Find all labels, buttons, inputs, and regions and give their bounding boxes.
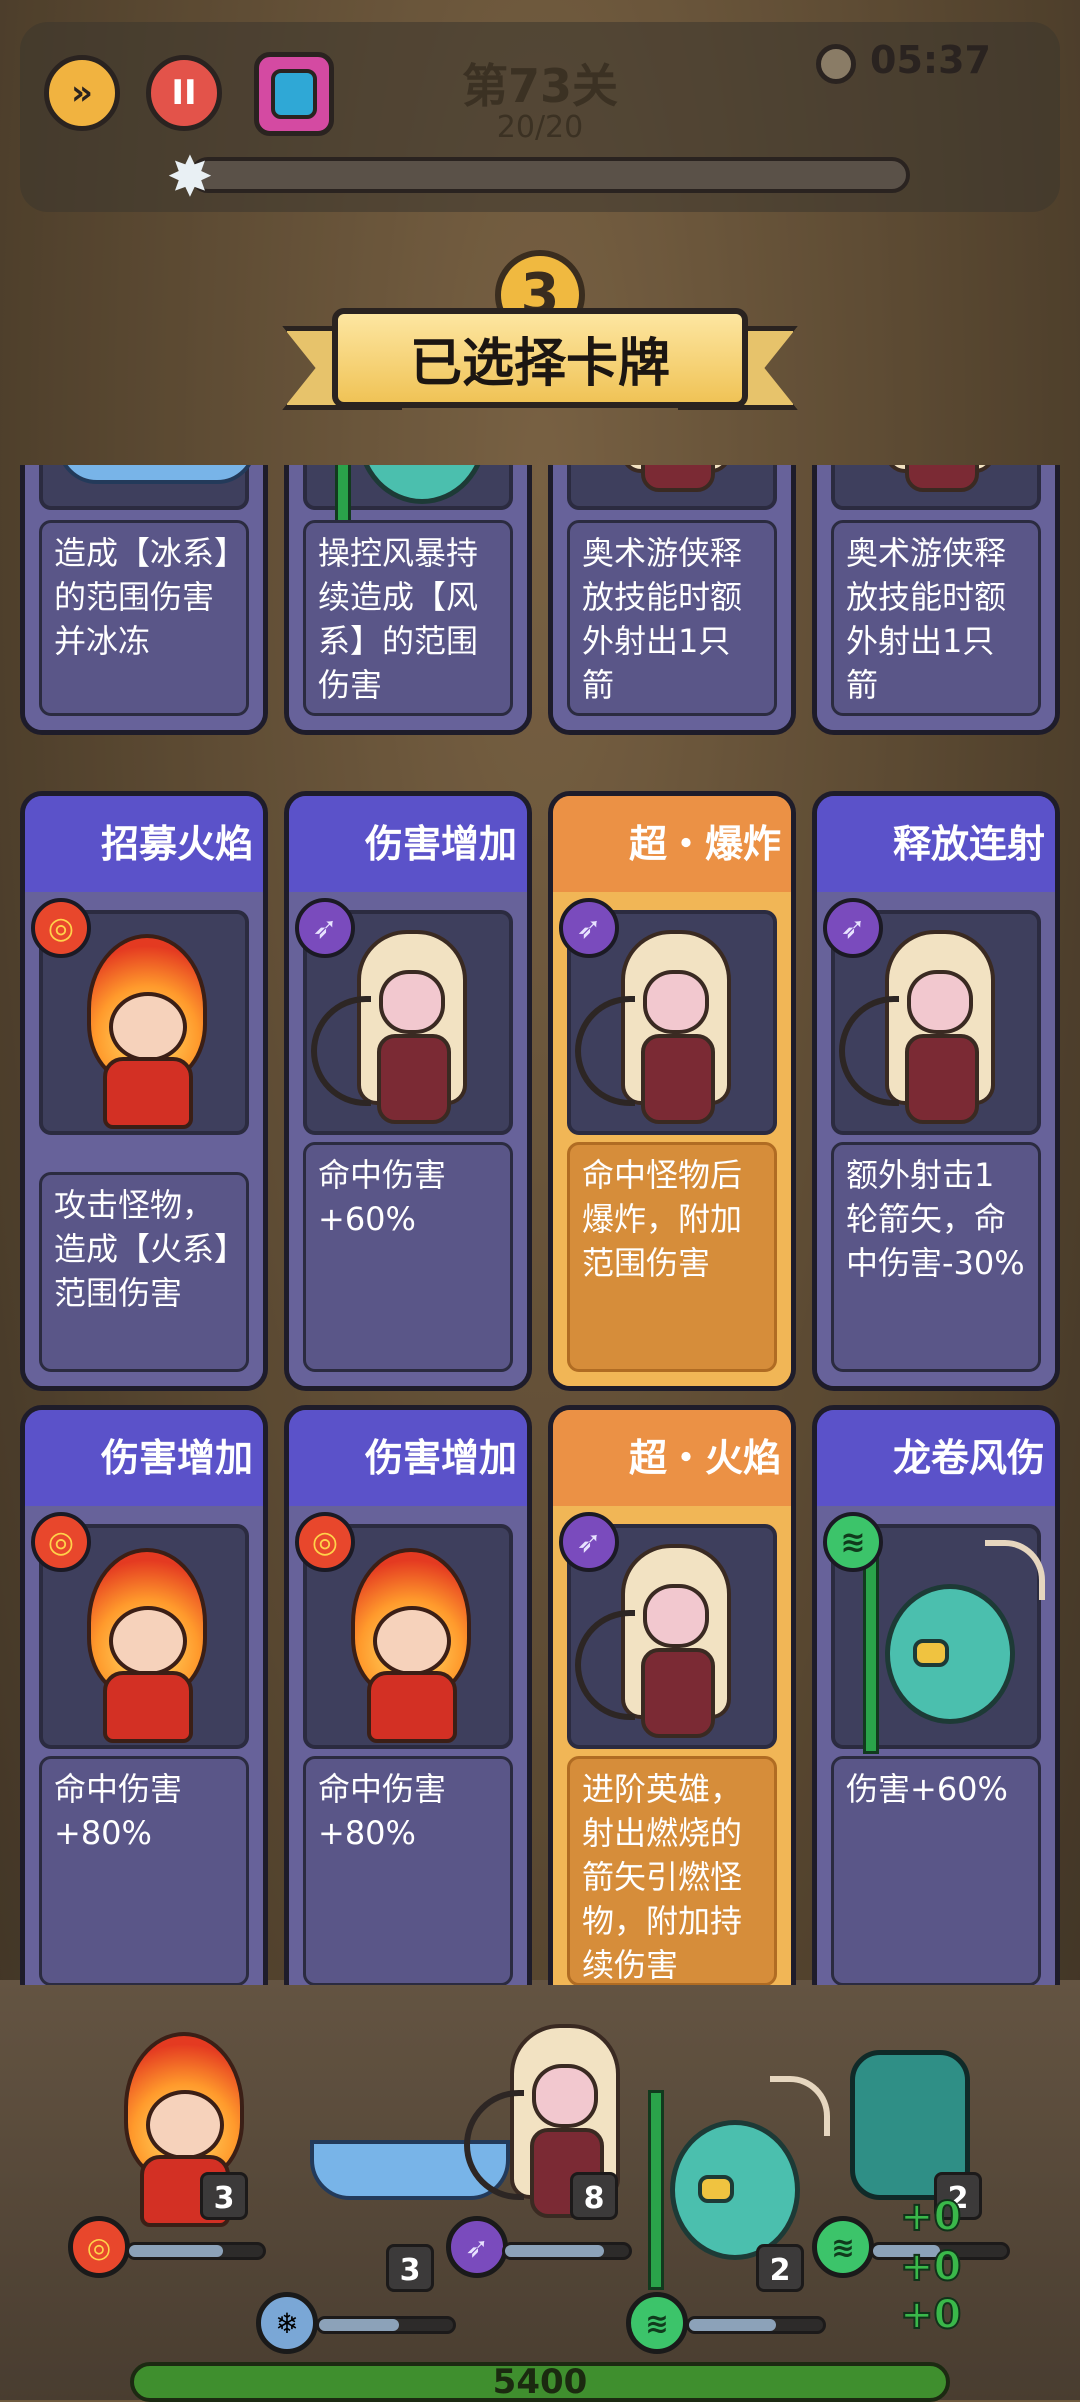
card-title: 超・火焰 [553, 1410, 791, 1506]
bonus-text: +0 [899, 2291, 962, 2339]
bonus-text: +0 [899, 2193, 962, 2241]
wind-type-icon: ≋ [823, 1512, 883, 1572]
banner-title: 已选择卡牌 [332, 308, 748, 408]
hero-bar [126, 2242, 266, 2260]
fire-type-icon: ◎ [31, 1512, 91, 1572]
hero-level-badge: 3 [386, 2244, 434, 2292]
card-body: 造成【冰系】的范围伤害并冰冻 [25, 465, 263, 730]
card-portrait [39, 465, 257, 510]
card[interactable]: 超・火焰 ➶ 进阶英雄，射出燃烧的箭矢引燃怪物，附加持续伤害 [548, 1405, 796, 1985]
card-description: 进阶英雄，射出燃烧的箭矢引燃怪物，附加持续伤害 [567, 1756, 777, 1985]
card[interactable]: 奥术游侠释放技能时额外射出1只箭 [812, 465, 1060, 735]
card-title: 招募火焰 [25, 796, 263, 892]
bonus-text: +0 [899, 2243, 962, 2291]
card[interactable]: 超・爆炸 ➶ 命中怪物后爆炸，附加范围伤害 [548, 791, 796, 1391]
card-body: ➶ 命中怪物后爆炸，附加范围伤害 [553, 892, 791, 1386]
fire-element-icon: ◎ [68, 2216, 130, 2278]
clock-icon [816, 44, 856, 84]
card-title: 超・爆炸 [553, 796, 791, 892]
card-description: 命中伤害+80% [303, 1756, 513, 1985]
card-description: 奥术游侠释放技能时额外射出1只箭 [831, 520, 1041, 716]
wave-progress-bar [190, 157, 910, 193]
card-description: 操控风暴持续造成【风系】的范围伤害 [303, 520, 513, 716]
card-body: ➶ 命中伤害+60% [289, 892, 527, 1386]
card[interactable]: 龙卷风伤 ≋ 伤害+60% [812, 1405, 1060, 1985]
card[interactable]: 释放连射 ➶ 额外射击1轮箭矢，命中伤害-30% [812, 791, 1060, 1391]
fast-forward-button[interactable]: » [44, 55, 120, 131]
card-title: 伤害增加 [289, 796, 527, 892]
card[interactable]: 招募火焰 ◎ 攻击怪物，造成【火系】范围伤害 [20, 791, 268, 1391]
card-title: 释放连射 [817, 796, 1055, 892]
arrow-type-icon: ➶ [559, 898, 619, 958]
coin-bar: 5400 [130, 2362, 950, 2402]
star-burst-icon: ✸ [166, 145, 214, 210]
level-title: 第73关 [461, 59, 618, 113]
card-body: ◎ 命中伤害+80% [289, 1506, 527, 1985]
card[interactable]: 伤害增加 ◎ 命中伤害+80% [20, 1405, 268, 1985]
card-description: 命中伤害+80% [39, 1756, 249, 1985]
card-title: 伤害增加 [289, 1410, 527, 1506]
selected-cards-banner: 已选择卡牌 [282, 308, 798, 418]
card-description: 命中伤害+60% [303, 1142, 513, 1372]
card-description: 造成【冰系】的范围伤害并冰冻 [39, 520, 249, 716]
card-portrait [567, 465, 777, 510]
card-body: 操控风暴持续造成【风系】的范围伤害 [289, 465, 527, 730]
wind-element-icon: ≋ [812, 2216, 874, 2278]
card-description: 攻击怪物，造成【火系】范围伤害 [39, 1172, 249, 1372]
hero-ice[interactable] [290, 2060, 510, 2260]
skill-book-button[interactable] [254, 52, 334, 136]
card-description: 伤害+60% [831, 1756, 1041, 1985]
card-body: ➶ 进阶英雄，射出燃烧的箭矢引燃怪物，附加持续伤害 [553, 1506, 791, 1985]
card-description: 命中怪物后爆炸，附加范围伤害 [567, 1142, 777, 1372]
card-body: ◎ 命中伤害+80% [25, 1506, 263, 1985]
card-grid[interactable]: 造成【冰系】的范围伤害并冰冻 操控风暴持续造成【风系】的范围伤害 奥术游侠释放技能时… [20, 465, 1060, 1985]
hero-fire[interactable] [90, 2030, 290, 2230]
hero-bar [502, 2242, 632, 2260]
arrow-element-icon: ➶ [446, 2216, 508, 2278]
card-title: 龙卷风伤 [817, 1410, 1055, 1506]
card-portrait [831, 465, 1041, 510]
card-body: ≋ 伤害+60% [817, 1506, 1055, 1985]
fire-type-icon: ◎ [31, 898, 91, 958]
card-title: 伤害增加 [25, 1410, 263, 1506]
card-portrait [303, 465, 513, 534]
card-description: 奥术游侠释放技能时额外射出1只箭 [567, 520, 777, 716]
arrow-type-icon: ➶ [295, 898, 355, 958]
card[interactable]: 操控风暴持续造成【风系】的范围伤害 [284, 465, 532, 735]
hero-bar [316, 2316, 456, 2334]
card[interactable]: 造成【冰系】的范围伤害并冰冻 [20, 465, 268, 735]
wave-counter: 20/20 [496, 110, 584, 145]
pause-button[interactable]: II [146, 55, 222, 131]
card[interactable]: 伤害增加 ➶ 命中伤害+60% [284, 791, 532, 1391]
arrow-type-icon: ➶ [559, 1512, 619, 1572]
card-body: ➶ 额外射击1轮箭矢，命中伤害-30% [817, 892, 1055, 1386]
card-body: ◎ 攻击怪物，造成【火系】范围伤害 [25, 892, 263, 1386]
card-description: 额外射击1轮箭矢，命中伤害-30% [831, 1142, 1041, 1372]
card[interactable]: 奥术游侠释放技能时额外射出1只箭 [548, 465, 796, 735]
wind-element-icon: ≋ [626, 2292, 688, 2354]
card[interactable]: 伤害增加 ◎ 命中伤害+80% [284, 1405, 532, 1985]
ice-element-icon: ❄ [256, 2292, 318, 2354]
card-body: 奥术游侠释放技能时额外射出1只箭 [817, 465, 1055, 730]
card-body: 奥术游侠释放技能时额外射出1只箭 [553, 465, 791, 730]
fire-type-icon: ◎ [295, 1512, 355, 1572]
timer: 05:37 [870, 38, 991, 82]
hero-wind[interactable] [620, 2070, 830, 2290]
hero-bar [686, 2316, 826, 2334]
arrow-type-icon: ➶ [823, 898, 883, 958]
hero-level-badge: 8 [570, 2172, 618, 2220]
hero-level-badge: 2 [756, 2244, 804, 2292]
hero-level-badge: 3 [200, 2172, 248, 2220]
